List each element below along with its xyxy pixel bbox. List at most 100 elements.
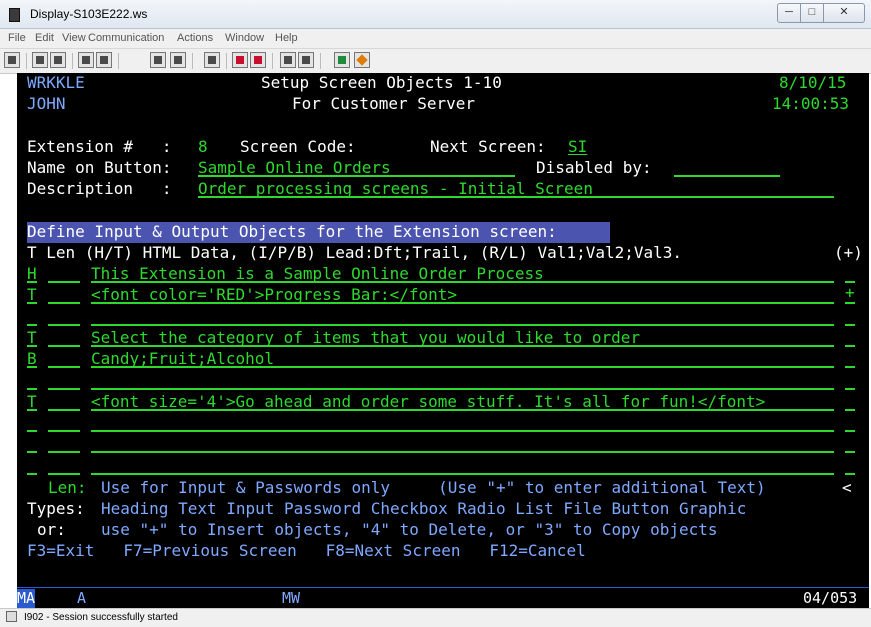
screen-code-label: Screen Code: <box>240 137 356 156</box>
toolbar-separator <box>118 53 119 69</box>
status-bar: I902 - Session successfully started <box>0 608 871 627</box>
keypad-icon[interactable] <box>170 52 186 68</box>
screen-subtitle: For Customer Server <box>292 94 476 113</box>
toolbar <box>0 49 871 74</box>
window-title: Display-S103E222.ws <box>30 7 148 21</box>
function-keys[interactable]: F3=Exit F7=Previous Screen F8=Next Scree… <box>27 541 586 561</box>
toolbar-separator <box>192 53 193 69</box>
row-type-underline <box>27 388 37 390</box>
extension-label: Extension # : <box>27 137 172 156</box>
row-data-underline <box>91 409 834 411</box>
program-name: WRKKLE <box>27 73 85 92</box>
operator-info-area: MA A MW 04/053 <box>17 587 869 609</box>
column-header: T Len (H/T) HTML Data, (I/P/B) Lead:Dft;… <box>27 243 683 262</box>
row-len-field[interactable] <box>48 473 80 475</box>
stop-macro-icon[interactable] <box>250 52 266 68</box>
types-label: Types: <box>27 499 85 518</box>
row-data-underline <box>91 281 834 283</box>
row-type-underline <box>27 473 37 475</box>
row-type-underline <box>27 324 37 326</box>
row-data-underline <box>91 324 834 326</box>
row-end-field[interactable] <box>845 409 855 411</box>
len-label: Len: <box>48 478 87 497</box>
row-type-underline <box>27 366 37 368</box>
row-end-marker: + <box>845 283 855 302</box>
row-data-underline <box>91 430 834 432</box>
cursor-position: 04/053 <box>803 589 858 607</box>
row-len-field[interactable] <box>48 388 80 390</box>
row-len-field[interactable] <box>48 324 80 326</box>
send-file-icon[interactable] <box>78 52 94 68</box>
row-len-field[interactable] <box>48 366 80 368</box>
next-screen-label: Next Screen: <box>430 137 546 156</box>
len-help: Use for Input & Passwords only (Use "+" … <box>101 478 766 497</box>
row-data-underline <box>91 302 834 304</box>
row-end-field[interactable] <box>845 388 855 390</box>
next-screen-field[interactable]: SI <box>568 137 587 157</box>
paste-icon[interactable] <box>50 52 66 68</box>
record-macro-icon[interactable] <box>232 52 248 68</box>
menu-edit[interactable]: Edit <box>35 32 54 44</box>
row-len-field[interactable] <box>48 451 80 453</box>
oia-a: A <box>77 589 87 607</box>
len-marker: < <box>842 478 852 497</box>
menu-bar: File Edit View Communication Actions Win… <box>0 29 871 49</box>
row-end-field[interactable] <box>845 473 855 475</box>
receive-file-icon[interactable] <box>96 52 112 68</box>
types-help: Heading Text Input Password Checkbox Rad… <box>101 499 747 518</box>
row-end-field[interactable] <box>845 302 855 304</box>
status-text: I902 - Session successfully started <box>24 612 178 623</box>
row-data-underline <box>91 473 834 475</box>
toolbar-separator <box>320 53 321 69</box>
row-end-field[interactable] <box>845 451 855 453</box>
or-label: or: <box>37 520 66 539</box>
row-end-field[interactable] <box>845 430 855 432</box>
display-icon[interactable] <box>150 52 166 68</box>
toolbar-separator <box>272 53 273 69</box>
title-bar: Display-S103E222.ws ─ □ ✕ <box>0 0 871 29</box>
maximize-button[interactable]: □ <box>800 3 824 23</box>
extension-value: 8 <box>198 137 208 156</box>
transfer-up-icon[interactable] <box>280 52 296 68</box>
row-len-field[interactable] <box>48 281 80 283</box>
session-icon <box>6 611 17 622</box>
section-heading: Define Input & Output Objects for the Ex… <box>27 222 557 241</box>
row-type-underline <box>27 409 37 411</box>
minimize-button[interactable]: ─ <box>777 3 801 23</box>
terminal-screen[interactable]: WRKKLE Setup Screen Objects 1-10 8/10/15… <box>17 73 869 587</box>
menu-actions[interactable]: Actions <box>177 32 213 44</box>
help-icon[interactable] <box>354 52 370 68</box>
menu-file[interactable]: File <box>8 32 26 44</box>
close-button[interactable]: ✕ <box>823 3 865 23</box>
row-len-field[interactable] <box>48 302 80 304</box>
menu-view[interactable]: View <box>62 32 86 44</box>
globe-icon[interactable] <box>334 52 350 68</box>
row-type-underline <box>27 302 37 304</box>
description-underline <box>198 196 834 198</box>
menu-communication[interactable]: Communication <box>88 32 164 44</box>
transfer-down-icon[interactable] <box>298 52 314 68</box>
row-len-field[interactable] <box>48 409 80 411</box>
row-data-underline <box>91 345 834 347</box>
print-screen-icon[interactable] <box>4 52 20 68</box>
row-len-field[interactable] <box>48 430 80 432</box>
row-data-underline <box>91 388 834 390</box>
or-help: use "+" to Insert objects, "4" to Delete… <box>101 520 718 539</box>
row-end-field[interactable] <box>845 345 855 347</box>
row-type-underline <box>27 451 37 453</box>
oia-mw: MW <box>282 589 301 607</box>
macro-icon[interactable] <box>204 52 220 68</box>
button-name-label: Name on Button: <box>27 158 172 177</box>
row-end-field[interactable] <box>845 366 855 368</box>
user-name: JOHN <box>27 94 66 113</box>
menu-help[interactable]: Help <box>275 32 298 44</box>
disabled-by-field[interactable] <box>674 175 780 177</box>
row-end-field[interactable] <box>845 324 855 326</box>
row-len-field[interactable] <box>48 345 80 347</box>
row-type-underline <box>27 345 37 347</box>
menu-window[interactable]: Window <box>225 32 264 44</box>
copy-icon[interactable] <box>32 52 48 68</box>
button-name-underline <box>198 175 515 177</box>
disabled-by-label: Disabled by: <box>536 158 652 177</box>
description-label: Description : <box>27 179 172 198</box>
